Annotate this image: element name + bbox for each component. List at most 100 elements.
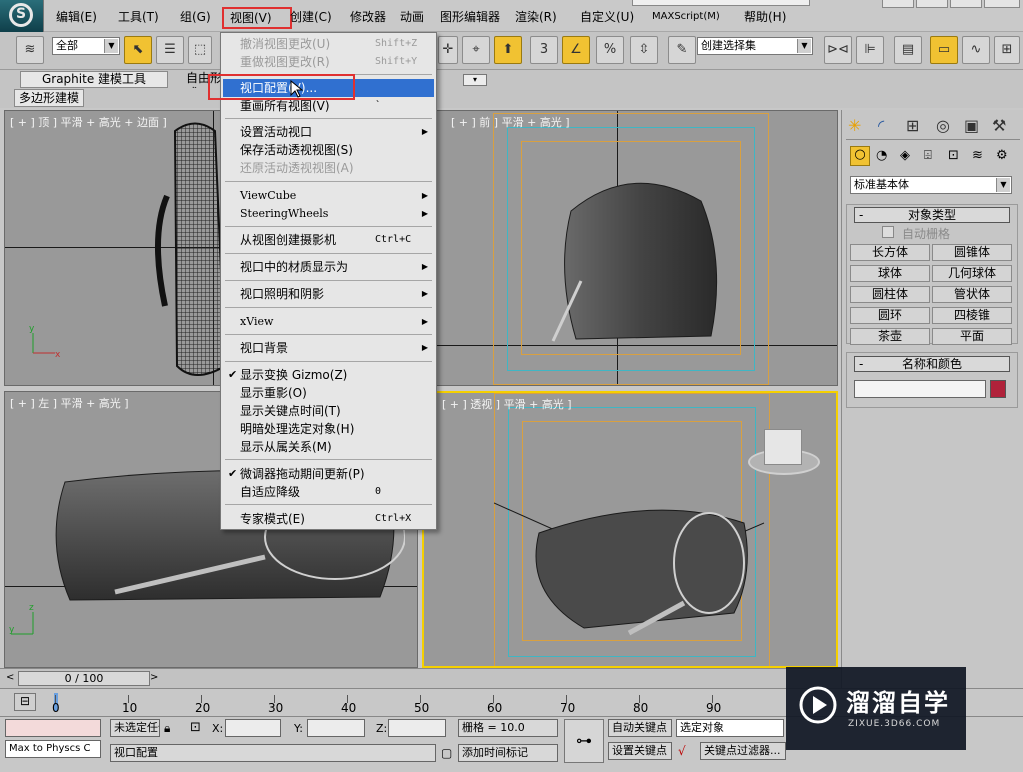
cylinder-button[interactable]: 圆柱体 — [850, 286, 930, 303]
menu-item-create-camera-from-view[interactable]: 从视图创建摄影机 Ctrl+C — [223, 231, 434, 249]
infocenter-search[interactable] — [632, 0, 810, 6]
sphere-button[interactable]: 球体 — [850, 265, 930, 282]
modify-tab-icon[interactable]: ◜ — [878, 116, 884, 135]
viewport-label[interactable]: [ + ] 左 ] 平滑 + 高光 ] — [10, 395, 129, 411]
menu-item-shade-selected[interactable]: 明暗处理选定对象(H) — [223, 420, 434, 438]
app-logo-icon[interactable]: S — [0, 0, 44, 32]
menu-rendering[interactable]: 渲染(R) — [515, 9, 557, 25]
create-tab-icon[interactable]: ✳ — [848, 116, 861, 135]
tab-polygon-modeling[interactable]: 多边形建模 — [14, 89, 84, 107]
viewport-label[interactable]: [ + ] 顶 ] 平滑 + 高光 + 边面 ] — [10, 114, 167, 130]
mini-curve-editor-icon[interactable]: ⊟ — [14, 693, 36, 711]
shapes-icon[interactable]: ◔ — [876, 148, 887, 163]
select-object-button[interactable]: ⬉ — [124, 36, 152, 64]
key-filters-button[interactable]: 关键点过滤器... — [700, 742, 786, 760]
menu-item-set-active-viewport[interactable]: 设置活动视口 ▶ — [223, 123, 434, 141]
primitive-category-dropdown[interactable]: 标准基本体 ▼ — [850, 176, 1012, 194]
menu-item-redo-view-change[interactable]: 重做视图更改(R) Shift+Y — [223, 53, 434, 71]
teapot-button[interactable]: 茶壶 — [850, 328, 930, 345]
menu-item-material-display[interactable]: 视口中的材质显示为 ▶ — [223, 258, 434, 276]
close-button[interactable] — [984, 0, 1020, 8]
lock-icon[interactable]: 🔒︎ — [164, 721, 170, 736]
key-tangent-icon[interactable]: √ — [678, 744, 686, 758]
absolute-mode-icon[interactable]: ⊡ — [190, 720, 201, 735]
maxscript-listener-output[interactable]: Max to Physcs C — [5, 740, 101, 758]
select-manipulate-icon[interactable]: ⌖ — [462, 36, 490, 64]
menu-item-restore-active-persp[interactable]: 还原活动透视视图(A) — [223, 159, 434, 177]
maxscript-mini-listener-input[interactable] — [5, 719, 101, 737]
menu-item-show-key-times[interactable]: 显示关键点时间(T) — [223, 402, 434, 420]
next-frame-icon[interactable]: > — [150, 672, 158, 683]
percent-snap-button[interactable]: % — [596, 36, 624, 64]
curve-editor-button[interactable]: ∿ — [962, 36, 990, 64]
snap-toggle-button[interactable]: 3 — [530, 36, 558, 64]
auto-key-button[interactable]: 自动关键点 — [608, 719, 672, 737]
spacewarps-icon[interactable]: ≋ — [972, 148, 983, 163]
angle-snap-button[interactable]: ∠ — [562, 36, 590, 64]
helpers-icon[interactable]: ⊡ — [948, 148, 959, 163]
keyboard-shortcut-override-button[interactable]: ⬆ — [494, 36, 522, 64]
name-color-rollout-title[interactable]: - 名称和颜色 — [854, 356, 1010, 372]
graphite-toggle-button[interactable]: ▭ — [930, 36, 958, 64]
viewport-perspective[interactable]: [ + ] 透视 ] 平滑 + 高光 ] — [422, 391, 838, 668]
key-mode-dropdown[interactable]: 选定对象 — [676, 719, 784, 737]
utilities-tab-icon[interactable]: ⚒ — [992, 116, 1006, 135]
box-button[interactable]: 长方体 — [850, 244, 930, 261]
spinner-snap-button[interactable]: ⇳ — [630, 36, 658, 64]
viewport-label[interactable]: [ + ] 前 ] 平滑 + 高光 ] — [451, 114, 570, 130]
torus-button[interactable]: 圆环 — [850, 307, 930, 324]
menu-item-show-transform-gizmo[interactable]: ✔ 显示变换 Gizmo(Z) — [223, 366, 434, 384]
menu-maxscript[interactable]: MAXScript(M) — [652, 9, 720, 25]
cameras-icon[interactable]: ⌹ — [924, 148, 932, 163]
systems-icon[interactable]: ⚙ — [996, 148, 1008, 163]
geosphere-button[interactable]: 几何球体 — [932, 265, 1012, 282]
menu-item-viewport-background[interactable]: 视口背景 ▶ — [223, 339, 434, 357]
menu-item-lighting-shadows[interactable]: 视口照明和阴影 ▶ — [223, 285, 434, 303]
selection-filter-dropdown[interactable]: 全部 ▼ — [52, 37, 120, 55]
viewcube-icon[interactable] — [764, 429, 802, 465]
named-selection-sets-dropdown[interactable]: 创建选择集 ▼ — [697, 37, 813, 55]
plane-button[interactable]: 平面 — [932, 328, 1012, 345]
menu-item-steeringwheels[interactable]: SteeringWheels ▶ — [223, 205, 434, 223]
menu-item-show-dependencies[interactable]: 显示从属关系(M) — [223, 438, 434, 456]
z-coord-input[interactable] — [388, 719, 446, 737]
object-type-rollout-title[interactable]: - 对象类型 — [854, 207, 1010, 223]
time-slider-thumb[interactable]: 0 / 100 — [18, 671, 150, 686]
menu-item-show-ghosting[interactable]: 显示重影(O) — [223, 384, 434, 402]
minimize-button[interactable] — [882, 0, 914, 8]
hierarchy-tab-icon[interactable]: ⊞ — [906, 116, 919, 135]
select-move-button[interactable]: ✛ — [438, 36, 458, 64]
tube-button[interactable]: 管状体 — [932, 286, 1012, 303]
layer-manager-button[interactable]: ▤ — [894, 36, 922, 64]
menu-graph-editors[interactable]: 图形编辑器 — [440, 9, 500, 25]
menu-group[interactable]: 组(G) — [180, 9, 211, 25]
x-coord-input[interactable] — [225, 719, 281, 737]
pyramid-button[interactable]: 四棱锥 — [932, 307, 1012, 324]
autogrid-checkbox[interactable] — [882, 226, 894, 238]
schematic-view-button[interactable]: ⊞ — [994, 36, 1020, 64]
object-color-swatch[interactable] — [990, 380, 1006, 398]
mirror-button[interactable]: ⊳⊲ — [824, 36, 852, 64]
geometry-icon[interactable]: ○ — [850, 146, 870, 166]
menu-item-viewcube[interactable]: ViewCube ▶ — [223, 187, 434, 205]
add-time-tag-button[interactable]: 添加时间标记 — [458, 744, 558, 762]
menu-item-undo-view-change[interactable]: 撤消视图更改(U) Shift+Z — [223, 35, 434, 53]
maximize-button[interactable] — [916, 0, 948, 8]
tab-graphite-modeling[interactable]: Graphite 建模工具 — [20, 71, 168, 88]
key-icon[interactable]: ⊶ — [564, 719, 604, 763]
restore-button[interactable] — [950, 0, 982, 8]
display-tab-icon[interactable]: ▣ — [964, 116, 979, 135]
cone-button[interactable]: 圆锥体 — [932, 244, 1012, 261]
menu-create[interactable]: 创建(C) — [290, 9, 332, 25]
lights-icon[interactable]: ◈ — [900, 148, 910, 163]
time-tag-icon[interactable]: ▢ — [441, 746, 452, 760]
menu-modifiers[interactable]: 修改器 — [350, 9, 386, 25]
set-key-button[interactable]: 设置关键点 — [608, 742, 672, 760]
menu-item-save-active-persp[interactable]: 保存活动透视视图(S) — [223, 141, 434, 159]
edit-named-selection-button[interactable]: ✎ — [668, 36, 696, 64]
viewport-front[interactable]: [ + ] 前 ] 平滑 + 高光 ] — [420, 110, 838, 386]
layers-icon[interactable]: ≋ — [16, 36, 44, 64]
menu-item-update-during-spinner-drag[interactable]: ✔ 微调器拖动期间更新(P) — [223, 465, 434, 483]
prev-frame-icon[interactable]: < — [6, 672, 14, 683]
menu-animation[interactable]: 动画 — [400, 9, 424, 25]
